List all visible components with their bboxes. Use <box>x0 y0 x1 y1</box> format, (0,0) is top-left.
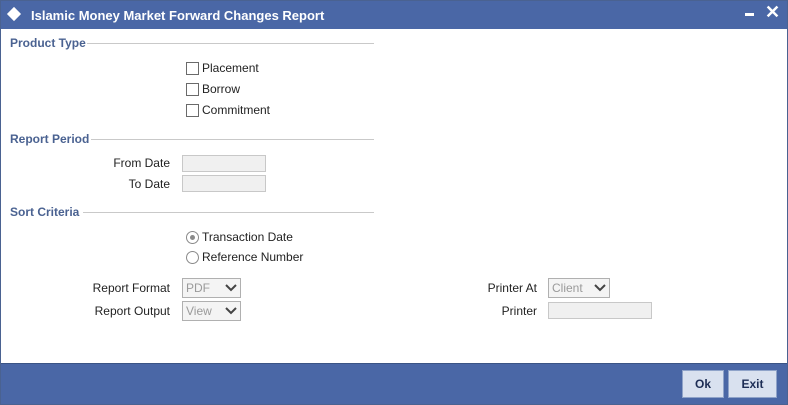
placement-checkbox[interactable] <box>186 61 199 75</box>
chevron-down-icon <box>594 284 606 292</box>
transaction-date-radio[interactable] <box>186 230 199 244</box>
borrow-checkbox[interactable] <box>186 82 199 96</box>
report-output-select[interactable]: View <box>182 301 241 321</box>
commitment-label: Commitment <box>202 103 271 117</box>
printer-at-label: Printer At <box>487 281 537 295</box>
printer-at-value: Client <box>552 281 583 295</box>
commitment-option[interactable]: Commitment <box>186 102 270 118</box>
reference-number-label: Reference Number <box>202 250 304 264</box>
from-date-label: From Date <box>113 156 170 170</box>
report-period-heading: Report Period <box>10 132 90 146</box>
printer-at-select[interactable]: Client <box>548 278 610 298</box>
report-format-value: PDF <box>186 281 210 295</box>
close-icon[interactable]: ✕ <box>765 3 780 21</box>
placement-option[interactable]: Placement <box>186 60 259 76</box>
from-date-field[interactable] <box>182 155 266 172</box>
window-title: Islamic Money Market Forward Changes Rep… <box>31 8 325 23</box>
borrow-label: Borrow <box>202 82 241 96</box>
report-output-label: Report Output <box>94 304 170 318</box>
sort-criteria-divider <box>83 212 374 213</box>
reference-number-option[interactable]: Reference Number <box>186 249 303 265</box>
reference-number-radio[interactable] <box>186 250 199 264</box>
ok-button[interactable]: Ok <box>682 370 724 398</box>
exit-button[interactable]: Exit <box>728 370 777 398</box>
printer-field[interactable] <box>548 302 652 319</box>
minimize-icon[interactable] <box>745 13 754 16</box>
borrow-option[interactable]: Borrow <box>186 81 240 97</box>
product-type-heading: Product Type <box>10 36 86 50</box>
report-period-divider <box>91 139 374 140</box>
chevron-down-icon <box>225 284 237 292</box>
transaction-date-label: Transaction Date <box>202 230 293 244</box>
diamond-icon <box>6 6 22 22</box>
footer-bar: Ok Exit <box>1 363 787 404</box>
commitment-checkbox[interactable] <box>186 103 199 117</box>
to-date-label: To Date <box>128 177 170 191</box>
transaction-date-option[interactable]: Transaction Date <box>186 229 293 245</box>
printer-label: Printer <box>501 304 537 318</box>
product-type-divider <box>87 43 374 44</box>
sort-criteria-heading: Sort Criteria <box>10 205 80 219</box>
report-output-value: View <box>186 304 212 318</box>
title-bar[interactable]: Islamic Money Market Forward Changes Rep… <box>1 1 787 29</box>
placement-label: Placement <box>202 61 259 75</box>
report-format-label: Report Format <box>92 281 170 295</box>
report-window: Islamic Money Market Forward Changes Rep… <box>0 0 788 405</box>
to-date-field[interactable] <box>182 175 266 192</box>
chevron-down-icon <box>225 307 237 315</box>
report-format-select[interactable]: PDF <box>182 278 241 298</box>
